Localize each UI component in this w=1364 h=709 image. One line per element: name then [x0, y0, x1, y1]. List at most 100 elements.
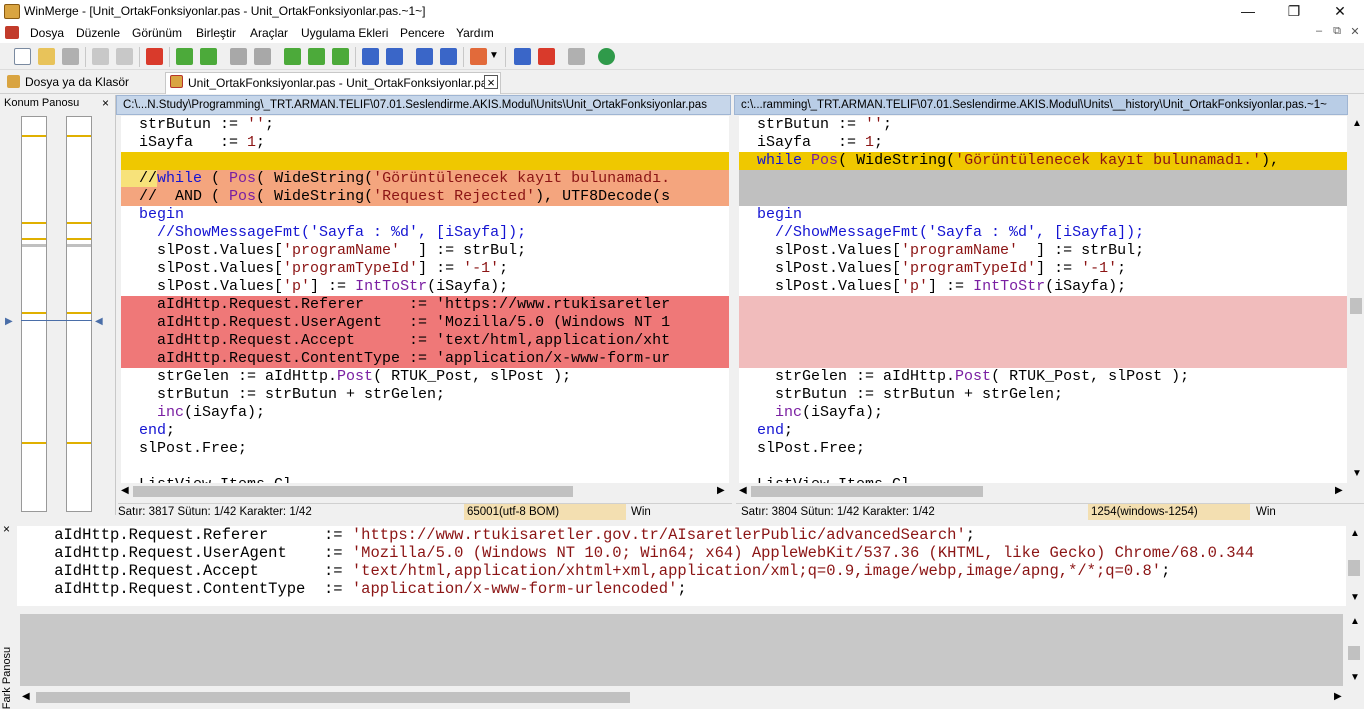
refresh-icon[interactable] — [598, 48, 615, 65]
diff-line-string: 'https://www.rtukisaretler.gov.tr/AIsare… — [351, 526, 966, 544]
code-line: end; — [757, 422, 794, 439]
location-bar-left[interactable] — [21, 116, 47, 512]
tab-close-button[interactable]: × — [484, 75, 498, 89]
current-diff-icon[interactable] — [308, 48, 325, 65]
copy-left-advance-icon[interactable] — [440, 48, 457, 65]
toolbar-separator — [463, 47, 464, 67]
code-line: iSayfa := 1; — [739, 134, 884, 151]
scroll-right-icon[interactable]: ▶ — [717, 485, 725, 496]
code-line: strButun := ''; — [739, 116, 893, 133]
toolbar-separator — [169, 47, 170, 67]
scroll-up-icon[interactable]: ▲ — [1350, 528, 1360, 539]
redo-icon[interactable] — [116, 48, 133, 65]
options-icon[interactable] — [470, 48, 487, 65]
close-button[interactable]: ✕ — [1317, 0, 1363, 23]
right-vscroll-thumb[interactable] — [1350, 298, 1362, 314]
filter-icon[interactable] — [146, 48, 163, 65]
diff-hscroll-thumb[interactable] — [36, 692, 630, 703]
scroll-left-icon[interactable]: ◀ — [739, 485, 747, 496]
scroll-left-icon[interactable]: ◀ — [121, 485, 129, 496]
menu-yardim[interactable]: Yardım — [456, 25, 494, 41]
code-line: //ShowMessageFmt('Sayfa : %d', [iSayfa])… — [775, 224, 1145, 241]
code-line: ListView_Items.Cl — [121, 476, 729, 483]
window-title: WinMerge - [Unit_OrtakFonksiyonlar.pas -… — [24, 4, 426, 18]
code-line: slPost.Free; — [121, 440, 248, 457]
menu-gorunum[interactable]: Görünüm — [132, 25, 182, 41]
new-file-icon[interactable] — [14, 48, 31, 65]
deleted-line: aIdHttp.Request.Referer := 'https://www.… — [121, 296, 729, 314]
menu-uygulama-ekleri[interactable]: Uygulama Ekleri — [301, 25, 388, 41]
mdi-close-button[interactable]: ✕ — [1346, 25, 1364, 41]
scroll-left-icon[interactable]: ◀ — [22, 691, 30, 702]
code-line: //ShowMessageFmt('Sayfa : %d', [iSayfa])… — [157, 224, 527, 241]
next-diff-icon[interactable] — [176, 48, 193, 65]
location-pane — [0, 95, 116, 515]
minimize-button[interactable]: — — [1225, 0, 1271, 23]
changed-line: //while ( Pos( WideString('Görüntülenece… — [121, 170, 729, 188]
menu-duzenle[interactable]: Düzenle — [76, 25, 120, 41]
copy-right-advance-icon[interactable] — [416, 48, 433, 65]
tab-select-files[interactable]: Dosya ya da Klasör Seçin — [3, 72, 161, 109]
position-arrow-icon: ▶ — [5, 316, 13, 327]
code-line: slPost.Values['programName' ] := strBul; — [739, 242, 1145, 259]
code-line: strButun := strButun + strGelen; — [739, 386, 1064, 403]
first-diff-icon[interactable] — [284, 48, 301, 65]
code-line: slPost.Values['programTypeId'] := '-1'; — [121, 260, 509, 277]
code-line: strButun := ''; — [121, 116, 275, 133]
diff-pane-close-button[interactable]: × — [3, 522, 10, 536]
right-scroll-thumb[interactable] — [751, 486, 983, 497]
left-scroll-thumb[interactable] — [133, 486, 573, 497]
left-file-path[interactable]: C:\...N.Study\Programming\_TRT.ARMAN.TEL… — [116, 95, 731, 115]
scroll-up-icon[interactable]: ▲ — [1352, 118, 1362, 129]
last-diff-icon[interactable] — [332, 48, 349, 65]
menu-dosya[interactable]: Dosya — [30, 25, 64, 41]
left-status-position: Satır: 3817 Sütun: 1/42 Karakter: 1/42 — [118, 506, 312, 518]
diff-vscroll-thumb[interactable] — [1348, 560, 1360, 576]
menu-araclar[interactable]: Araçlar — [250, 25, 288, 41]
chevron-down-icon[interactable]: ▼ — [489, 50, 499, 61]
right-status-position: Satır: 3804 Sütun: 1/42 Karakter: 1/42 — [741, 506, 935, 518]
diff-pane[interactable]: aIdHttp.Request.Referer := 'https://www.… — [17, 526, 1348, 606]
code-line: slPost.Values['p'] := IntToStr(iSayfa); — [121, 278, 509, 295]
scroll-down-icon[interactable]: ▼ — [1352, 468, 1362, 479]
diff-line-string: 'text/html,application/xhtml+xml,applica… — [351, 562, 1162, 580]
lower-vscroll-thumb[interactable] — [1348, 646, 1360, 660]
all-left-icon[interactable] — [538, 48, 555, 65]
copy-left-icon[interactable] — [386, 48, 403, 65]
location-bar-right[interactable] — [66, 116, 92, 512]
menu-birlestir[interactable]: Birleştir — [196, 25, 236, 41]
prev-diff-icon[interactable] — [200, 48, 217, 65]
missing-deleted-lines — [739, 296, 1347, 368]
location-pane-close-button[interactable]: × — [102, 96, 109, 110]
right-eol: Win — [1256, 506, 1276, 518]
scroll-down-icon[interactable]: ▼ — [1350, 592, 1360, 603]
diff-line-code: aIdHttp.Request.Referer := — [17, 526, 352, 544]
copy-right-icon[interactable] — [362, 48, 379, 65]
scroll-right-icon[interactable]: ▶ — [1335, 485, 1343, 496]
toolbar-separator — [85, 47, 86, 67]
right-code-pane[interactable]: strButun := ''; iSayfa := 1; while Pos( … — [739, 116, 1347, 483]
prev-conflict-icon[interactable] — [254, 48, 271, 65]
undo-icon[interactable] — [92, 48, 109, 65]
mdi-minimize-button[interactable]: – — [1310, 25, 1328, 41]
open-folder-icon[interactable] — [38, 48, 55, 65]
scroll-up-icon[interactable]: ▲ — [1350, 616, 1360, 627]
document-icon[interactable] — [5, 26, 19, 39]
scroll-down-icon[interactable]: ▼ — [1350, 672, 1360, 683]
menu-pencere[interactable]: Pencere — [400, 25, 445, 41]
all-right-icon[interactable] — [514, 48, 531, 65]
left-encoding: 65001(utf-8 BOM) — [464, 504, 626, 520]
restore-button[interactable]: ❐ — [1271, 0, 1317, 23]
mdi-restore-button[interactable]: ⧉ — [1328, 25, 1346, 41]
collapse-icon[interactable] — [568, 48, 585, 65]
scroll-right-icon[interactable]: ▶ — [1334, 691, 1342, 702]
left-code-pane[interactable]: strButun := ''; iSayfa := 1; //while ( P… — [121, 116, 729, 483]
next-conflict-icon[interactable] — [230, 48, 247, 65]
code-line: strButun := strButun + strGelen; — [121, 386, 446, 403]
diff-line-code: aIdHttp.Request.UserAgent := — [17, 544, 352, 562]
tab-file-compare[interactable]: Unit_OrtakFonksiyonlar.pas - Unit_OrtakF… — [165, 72, 501, 94]
save-icon[interactable] — [62, 48, 79, 65]
right-file-path[interactable]: c:\...ramming\_TRT.ARMAN.TELIF\07.01.Ses… — [734, 95, 1348, 115]
right-encoding: 1254(windows-1254) — [1088, 504, 1250, 520]
diff-line-string: 'application/x-www-form-urlencoded' — [351, 580, 678, 598]
